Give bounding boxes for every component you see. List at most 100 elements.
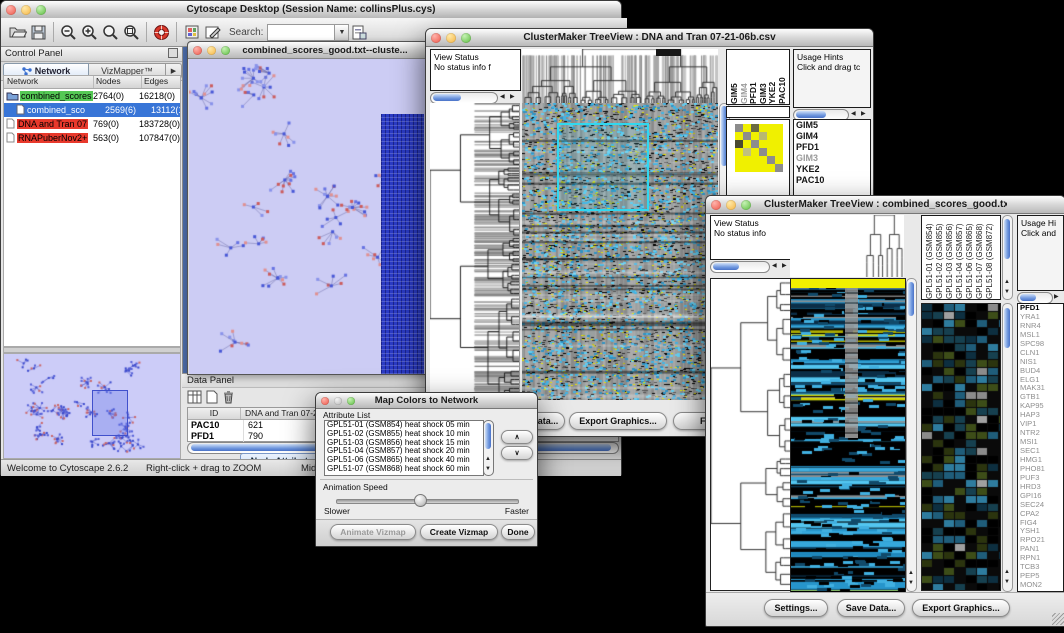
- slider-thumb[interactable]: [414, 494, 427, 507]
- heatmap-vscrollbar[interactable]: ▲ ▼: [906, 278, 917, 592]
- advanced-search-icon[interactable]: [349, 22, 370, 42]
- treeview1-titlebar[interactable]: ClusterMaker TreeView : DNA and Tran 07-…: [426, 29, 873, 47]
- gene-label[interactable]: GIM5: [794, 120, 870, 131]
- minimize-icon[interactable]: [21, 5, 31, 15]
- zoom-window-icon[interactable]: [36, 5, 46, 15]
- zoom-selected-icon[interactable]: [100, 22, 121, 42]
- scroll-up-icon[interactable]: ▲: [908, 569, 914, 577]
- main-titlebar[interactable]: Cytoscape Desktop (Session Name: collins…: [1, 1, 621, 19]
- scroll-right-icon[interactable]: ▶: [510, 93, 515, 101]
- minimize-icon[interactable]: [726, 200, 736, 210]
- heatmap-area[interactable]: [790, 278, 906, 593]
- row-dendrogram-canvas[interactable]: [430, 103, 520, 400]
- search-input[interactable]: [267, 24, 335, 41]
- resize-grip[interactable]: [1052, 613, 1064, 625]
- scroll-right-icon[interactable]: ▶: [782, 262, 787, 270]
- scroll-down-icon[interactable]: ▼: [1004, 578, 1010, 586]
- attribute-item[interactable]: GPL51-07 (GSM868) heat shock 60 min: [325, 465, 483, 474]
- scrollbar-thumb[interactable]: [1020, 294, 1036, 301]
- scrollbar-thumb[interactable]: [796, 111, 826, 118]
- save-session-icon[interactable]: [28, 22, 49, 42]
- view-status-scrollbar[interactable]: [710, 261, 770, 273]
- float-panel-icon[interactable]: [168, 48, 178, 58]
- move-up-button[interactable]: ∧: [501, 430, 533, 444]
- gene-label[interactable]: MON2: [1018, 581, 1063, 590]
- scrollbar-thumb[interactable]: [485, 423, 491, 449]
- gene-label[interactable]: YKE2: [794, 164, 870, 175]
- close-icon[interactable]: [6, 5, 16, 15]
- zoom-heatmap-canvas[interactable]: [921, 303, 1001, 591]
- zoom-window-icon[interactable]: [347, 397, 355, 405]
- treeview2-titlebar[interactable]: ClusterMaker TreeView : combined_scores_…: [706, 196, 1064, 214]
- scroll-up-icon[interactable]: ▲: [485, 455, 491, 463]
- gene-label[interactable]: GIM3: [794, 153, 870, 164]
- close-icon[interactable]: [193, 46, 202, 55]
- scroll-up-icon[interactable]: ▲: [1004, 568, 1010, 576]
- minimize-icon[interactable]: [207, 46, 216, 55]
- done-button[interactable]: Done: [501, 524, 535, 540]
- close-icon[interactable]: [431, 33, 441, 43]
- save-data-button[interactable]: Save Data...: [837, 599, 905, 617]
- network-view-titlebar[interactable]: combined_scores_good.txt--cluste...: [188, 42, 428, 59]
- scrollbar-thumb[interactable]: [908, 282, 914, 316]
- column-dendrogram-canvas[interactable]: [864, 215, 904, 277]
- scroll-left-icon[interactable]: ◀: [772, 262, 777, 270]
- zoom-window-icon[interactable]: [741, 200, 751, 210]
- column-header[interactable]: Nodes: [94, 76, 142, 88]
- scroll-up-icon[interactable]: ▲: [1004, 278, 1010, 286]
- dialog-titlebar[interactable]: Map Colors to Network: [316, 393, 537, 409]
- labels-vscrollbar[interactable]: ▲ ▼: [1002, 215, 1013, 300]
- network-canvas-area[interactable]: [189, 58, 427, 374]
- attribute-browser-icon[interactable]: [181, 22, 202, 42]
- usage-hints-text: Click and: [1018, 228, 1063, 238]
- zoom-in-icon[interactable]: [79, 22, 100, 42]
- scroll-right-icon[interactable]: ▶: [1054, 293, 1059, 301]
- dense-cluster-block[interactable]: [381, 114, 424, 374]
- zoom-fit-icon[interactable]: [121, 22, 142, 42]
- gene-label[interactable]: PAC10: [794, 175, 870, 186]
- scrollbar-thumb[interactable]: [1004, 308, 1010, 348]
- network-overview-panel[interactable]: [3, 353, 181, 459]
- minimize-icon[interactable]: [334, 397, 342, 405]
- network-row[interactable]: RNAPuberNov2+ 563(0) 107847(0): [4, 131, 180, 145]
- column-header[interactable]: ID: [188, 408, 241, 419]
- network-row[interactable]: DNA and Tran 07 769(0) 183728(0): [4, 117, 180, 131]
- zoom-window-icon[interactable]: [221, 46, 230, 55]
- zoom-vscrollbar[interactable]: ▲ ▼: [1002, 303, 1013, 592]
- settings-button[interactable]: Settings...: [764, 599, 828, 617]
- scroll-down-icon[interactable]: ▼: [1004, 288, 1010, 296]
- scrollbar-thumb[interactable]: [1004, 219, 1010, 259]
- gene-label[interactable]: GIM4: [794, 131, 870, 142]
- close-icon[interactable]: [321, 397, 329, 405]
- scroll-down-icon[interactable]: ▼: [485, 465, 491, 473]
- column-dendrogram-canvas[interactable]: [522, 49, 718, 103]
- row-dendrogram-canvas[interactable]: [710, 278, 791, 591]
- network-row[interactable]: combined_scores 2764(0) 16218(0): [4, 89, 180, 103]
- scroll-right-icon[interactable]: ▶: [861, 110, 866, 118]
- scrollbar-thumb[interactable]: [433, 94, 461, 101]
- open-session-icon[interactable]: [7, 22, 28, 42]
- network-row-selected[interactable]: combined_sco 2569(6) 13112(15): [4, 103, 180, 117]
- scroll-down-icon[interactable]: ▼: [908, 579, 914, 587]
- create-vizmap-button[interactable]: Create Vizmap: [420, 524, 498, 540]
- export-graphics-button[interactable]: Export Graphics...: [569, 412, 667, 430]
- scrollbar-thumb[interactable]: [713, 263, 739, 270]
- animation-speed-slider[interactable]: [336, 499, 519, 504]
- search-dropdown-icon[interactable]: ▼: [335, 24, 349, 41]
- move-down-button[interactable]: ∨: [501, 446, 533, 460]
- minimize-icon[interactable]: [446, 33, 456, 43]
- help-lifering-icon[interactable]: [151, 22, 172, 42]
- animate-vizmap-button[interactable]: Animate Vizmap: [330, 524, 416, 540]
- gene-label[interactable]: PFD1: [794, 142, 870, 153]
- scroll-left-icon[interactable]: ◀: [851, 110, 856, 118]
- column-header[interactable]: Edges: [142, 76, 180, 88]
- column-header[interactable]: Network: [4, 76, 94, 88]
- scroll-left-icon[interactable]: ◀: [500, 93, 505, 101]
- annotation-icon[interactable]: [202, 22, 223, 42]
- zoom-window-icon[interactable]: [461, 33, 471, 43]
- overview-viewport-rect[interactable]: [92, 390, 128, 436]
- attribute-list-scrollbar[interactable]: ▲ ▼: [483, 420, 494, 476]
- close-icon[interactable]: [711, 200, 721, 210]
- export-graphics-button[interactable]: Export Graphics...: [912, 599, 1010, 617]
- zoom-out-icon[interactable]: [58, 22, 79, 42]
